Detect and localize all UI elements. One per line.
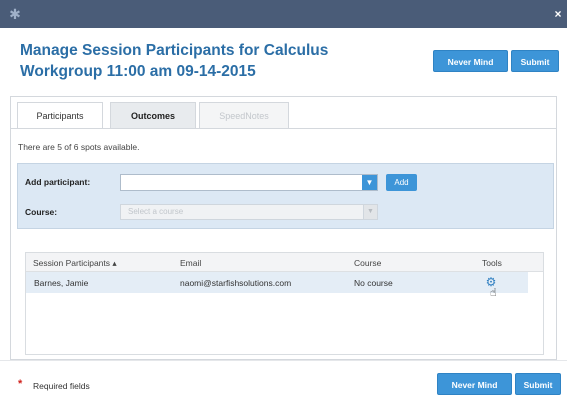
tab-participants[interactable]: Participants xyxy=(17,102,103,129)
tab-outcomes[interactable]: Outcomes xyxy=(110,102,196,128)
chevron-down-icon[interactable]: ▼ xyxy=(363,205,377,219)
column-header-email: Email xyxy=(180,258,202,268)
participant-select[interactable]: ▼ xyxy=(120,174,378,191)
column-header-participants[interactable]: Session Participants ▴ xyxy=(33,258,117,269)
participant-name: Barnes, Jamie xyxy=(34,278,89,288)
never-mind-button-bottom[interactable]: Never Mind xyxy=(437,373,512,395)
participant-email: naomi@starfishsolutions.com xyxy=(180,278,292,288)
course-select-placeholder: Select a course xyxy=(128,207,184,216)
add-participant-label: Add participant: xyxy=(25,177,91,187)
star-logo-icon: ✱ xyxy=(9,6,21,22)
course-label: Course: xyxy=(25,207,58,217)
spots-available-text: There are 5 of 6 spots available. xyxy=(18,142,140,152)
tab-divider xyxy=(11,128,556,129)
submit-button-bottom[interactable]: Submit xyxy=(515,373,561,395)
pointer-cursor-icon: ☝ xyxy=(490,287,497,299)
chevron-down-icon[interactable]: ▼ xyxy=(362,175,377,190)
dialog-title: Manage Session Participants for Calculus… xyxy=(20,42,329,80)
required-asterisk-icon: * xyxy=(18,378,23,390)
window-titlebar: ✱ × xyxy=(0,0,567,28)
submit-button-top[interactable]: Submit xyxy=(511,50,559,72)
footer-divider xyxy=(0,360,567,361)
participant-course: No course xyxy=(354,278,393,288)
required-fields-text: Required fields xyxy=(33,381,90,391)
never-mind-button-top[interactable]: Never Mind xyxy=(433,50,508,72)
column-header-tools: Tools xyxy=(482,258,502,268)
course-select[interactable]: Select a course ▼ xyxy=(120,204,378,220)
column-header-course: Course xyxy=(354,258,382,268)
tab-speednotes: SpeedNotes xyxy=(199,102,289,128)
add-button[interactable]: Add xyxy=(386,174,417,191)
close-icon[interactable]: × xyxy=(551,6,565,22)
